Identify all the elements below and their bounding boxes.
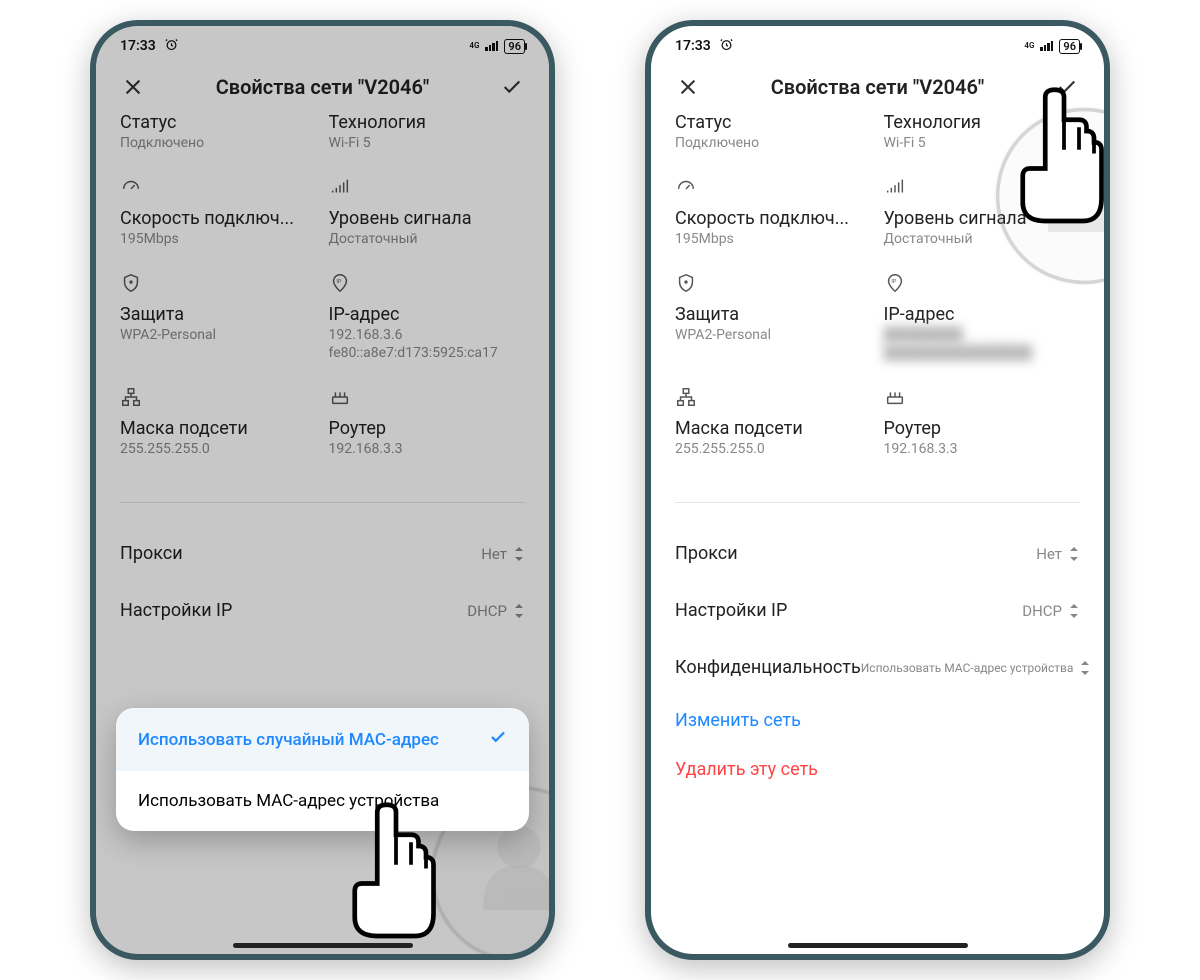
row-ip-settings[interactable]: Настройки IP DHCP — [675, 582, 1080, 639]
close-button[interactable] — [675, 74, 701, 100]
ip-blurred-1: ████████ — [884, 326, 1081, 344]
separator — [120, 502, 525, 503]
proxy-label: Прокси — [675, 543, 738, 564]
field-technology: Технология Wi-Fi 5 — [329, 112, 526, 152]
ip-settings-label: Настройки IP — [675, 600, 787, 621]
field-router: Роутер 192.168.3.3 — [329, 386, 526, 458]
change-network-link[interactable]: Изменить сеть — [675, 696, 1080, 745]
expand-icon — [513, 547, 525, 561]
field-status: Статус Подключено — [675, 112, 872, 152]
router-icon — [884, 386, 1081, 412]
battery-icon: 96 — [1059, 39, 1080, 54]
status-bar: 17:33 4G 96 — [96, 26, 549, 66]
status-time: 17:33 — [120, 38, 156, 54]
expand-icon — [513, 604, 525, 618]
row-proxy[interactable]: Прокси Нет — [120, 525, 525, 582]
popup-option-device-mac[interactable]: Использовать MAC-адрес устройства — [116, 771, 529, 831]
expand-icon — [1068, 547, 1080, 561]
popup-option-random-mac[interactable]: Использовать случайный MAC-адрес — [116, 708, 529, 771]
speed-icon — [675, 176, 872, 202]
proxy-value: Нет — [481, 545, 507, 563]
separator — [675, 502, 1080, 503]
signal-strength-icon — [329, 176, 526, 202]
field-ip: IP IP-адрес 192.168.3.6 fe80::a8e7:d173:… — [329, 272, 526, 362]
field-router: Роутер 192.168.3.3 — [884, 386, 1081, 458]
privacy-value: Использовать MAC-адрес устройства — [861, 661, 1074, 675]
battery-icon: 96 — [504, 39, 525, 54]
home-indicator — [788, 943, 968, 948]
ip-blurred-2: ███████████████ — [884, 344, 1081, 362]
row-proxy[interactable]: Прокси Нет — [675, 525, 1080, 582]
subnet-icon — [120, 386, 317, 412]
mac-address-popup: Использовать случайный MAC-адрес Использ… — [116, 708, 529, 831]
alarm-icon — [719, 37, 734, 56]
row-privacy[interactable]: Конфиденциальность Использовать MAC-адре… — [675, 639, 1080, 696]
header: Свойства сети "V2046" — [651, 66, 1104, 112]
phone-left: 17:33 4G 96 Свойства сети "V2046" — [90, 20, 555, 960]
field-security: Защита WPA2-Personal — [120, 272, 317, 362]
field-speed: Скорость подключ... 195Mbps — [120, 176, 317, 248]
network-type: 4G — [1024, 42, 1034, 50]
page-title: Свойства сети "V2046" — [216, 75, 430, 99]
field-signal: Уровень сигнала Достаточный — [329, 176, 526, 248]
field-security: Защита WPA2-Personal — [675, 272, 872, 362]
ip-settings-value: DHCP — [1022, 602, 1062, 620]
row-ip-settings[interactable]: Настройки IP DHCP — [120, 582, 525, 639]
close-button[interactable] — [120, 74, 146, 100]
header: Свойства сети "V2046" — [96, 66, 549, 112]
field-ip: IP IP-адрес ████████ ███████████████ — [884, 272, 1081, 362]
expand-icon — [1068, 604, 1080, 618]
network-type: 4G — [469, 42, 479, 50]
router-icon — [329, 386, 526, 412]
home-indicator — [233, 943, 413, 948]
phone-right: 17:33 4G 96 Свойства сети "V2046" — [645, 20, 1110, 960]
svg-text:IP: IP — [336, 279, 341, 285]
status-bar: 17:33 4G 96 — [651, 26, 1104, 66]
signal-icon — [1040, 41, 1053, 51]
proxy-label: Прокси — [120, 543, 183, 564]
ip-settings-value: DHCP — [467, 602, 507, 620]
subnet-icon — [675, 386, 872, 412]
field-status: Статус Подключено — [120, 112, 317, 152]
shield-icon — [675, 272, 872, 298]
field-subnet: Маска подсети 255.255.255.0 — [675, 386, 872, 458]
privacy-label: Конфиденциальность — [675, 657, 861, 678]
expand-icon — [1079, 661, 1091, 675]
proxy-value: Нет — [1036, 545, 1062, 563]
ip-icon: IP — [329, 272, 526, 298]
field-subnet: Маска подсети 255.255.255.0 — [120, 386, 317, 458]
page-title: Свойства сети "V2046" — [771, 75, 985, 99]
status-time: 17:33 — [675, 38, 711, 54]
ip-settings-label: Настройки IP — [120, 600, 232, 621]
delete-network-link[interactable]: Удалить эту сеть — [675, 745, 1080, 794]
alarm-icon — [164, 37, 179, 56]
check-icon — [489, 728, 507, 751]
signal-icon — [485, 41, 498, 51]
shield-icon — [120, 272, 317, 298]
field-speed: Скорость подключ... 195Mbps — [675, 176, 872, 248]
speed-icon — [120, 176, 317, 202]
confirm-button[interactable] — [1054, 74, 1080, 100]
confirm-button[interactable] — [499, 74, 525, 100]
svg-text:IP: IP — [891, 279, 896, 285]
